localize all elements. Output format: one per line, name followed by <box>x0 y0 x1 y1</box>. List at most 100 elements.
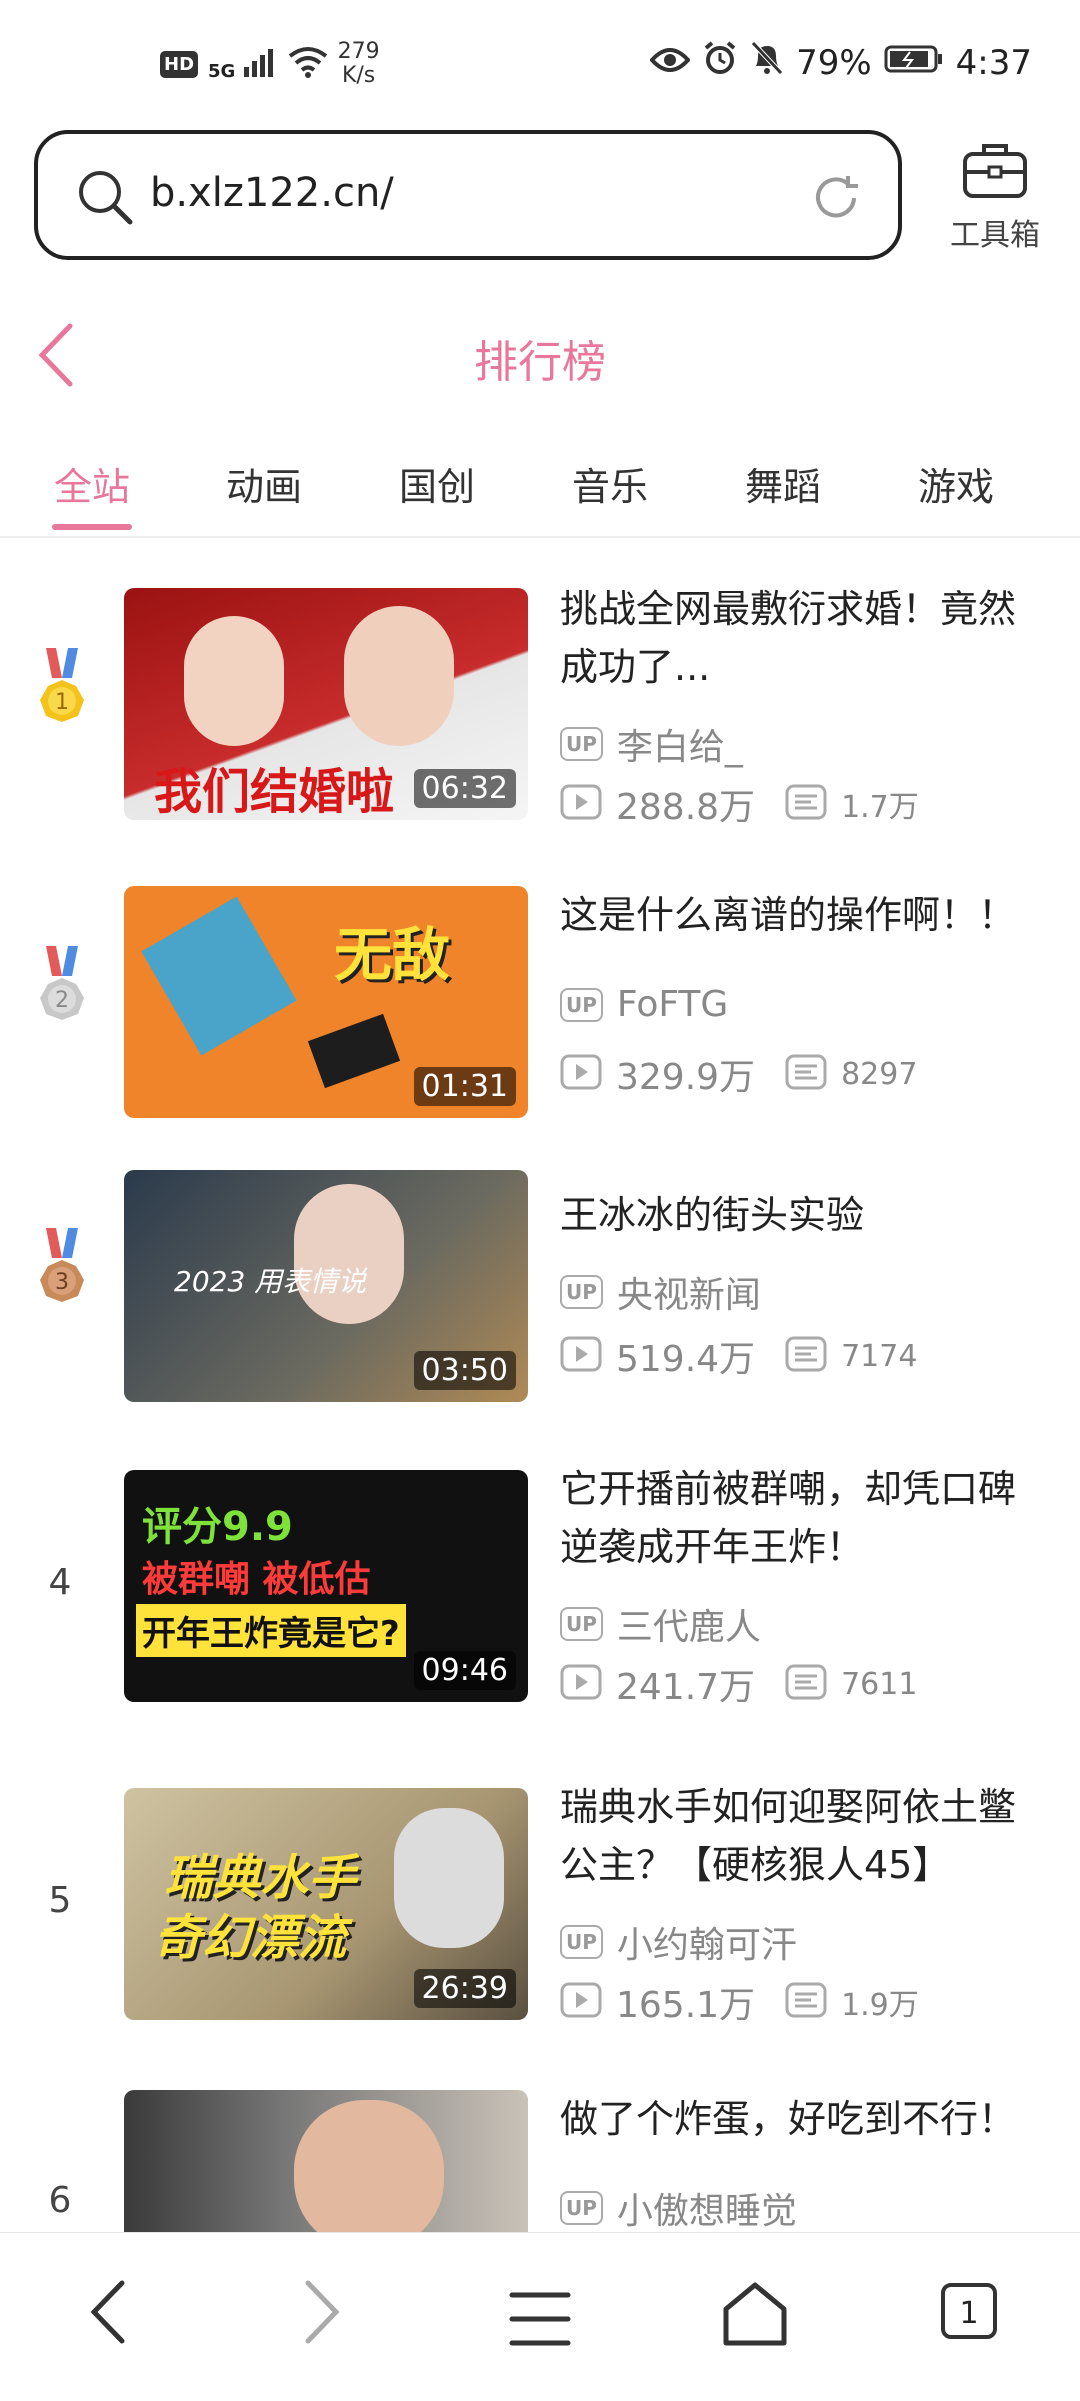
uploader[interactable]: UP 小傲想睡觉 <box>560 2182 797 2232</box>
thumbnail-caption: 被群嘲 被低估 <box>142 1559 371 1600</box>
list-item[interactable]: 4 评分9.9 被群嘲 被低估 开年王炸竟是它? 09:46 它开播前被群嘲，却… <box>0 1460 1080 1740</box>
thumbnail-person <box>294 1184 404 1324</box>
hd-icon: HD <box>160 50 199 78</box>
video-title[interactable]: 挑战全网最敷衍求婚！竟然成功了... <box>560 580 1050 696</box>
tab-game[interactable]: 游戏 <box>896 456 1016 511</box>
url-text[interactable]: b.xlz122.cn/ <box>150 170 394 216</box>
list-item[interactable]: 1 我们结婚啦 06:32 挑战全网最敷衍求婚！竟然成功了... UP 李白给_… <box>0 580 1080 860</box>
thumbnail-figure <box>141 896 297 1056</box>
thumbnail-caption: 无敌 <box>334 921 451 989</box>
tab-dance[interactable]: 舞蹈 <box>723 456 843 511</box>
battery-icon <box>884 43 944 83</box>
video-title[interactable]: 它开播前被群嘲，却凭口碑逆袭成开年王炸！ <box>560 1460 1050 1576</box>
wifi-icon <box>288 46 328 82</box>
view-count: 165.1万 <box>616 1985 756 2026</box>
list-item[interactable]: 6 做了个炸蛋，好吃到不行！ UP 小傲想睡觉 <box>0 2080 1080 2232</box>
video-duration: 09:46 <box>413 1651 516 1690</box>
uploader-name: 小约翰可汗 <box>616 1925 797 1966</box>
danmaku-count: 7611 <box>841 1666 918 1702</box>
video-title[interactable]: 这是什么离谱的操作啊！！ <box>560 886 1050 944</box>
tab-guochuang[interactable]: 国创 <box>377 456 497 511</box>
video-stats: 241.7万 7611 <box>560 1658 917 1710</box>
danmaku-count: 1.7万 <box>841 790 919 825</box>
uploader[interactable]: UP 央视新闻 <box>560 1266 761 1318</box>
rank-number: 6 <box>48 2180 72 2221</box>
play-count-icon <box>560 1664 602 1704</box>
video-duration: 26:39 <box>413 1969 516 2008</box>
nav-forward-icon[interactable] <box>300 2277 344 2351</box>
tab-all[interactable]: 全站 <box>32 456 152 511</box>
video-stats: 288.8万 1.7万 <box>560 778 919 830</box>
list-item[interactable]: 3 2023 用表情说 03:50 王冰冰的街头实验 UP 央视新闻 519.4… <box>0 1160 1080 1440</box>
video-thumbnail[interactable] <box>124 2090 528 2232</box>
danmaku-icon <box>785 1054 827 1094</box>
nav-back-icon[interactable] <box>86 2277 130 2351</box>
up-badge-icon: UP <box>560 1275 603 1309</box>
search-icon <box>76 168 134 230</box>
view-count: 519.4万 <box>616 1339 756 1380</box>
uploader-name: 李白给_ <box>616 727 743 768</box>
toolbox-button[interactable]: 工具箱 <box>940 140 1050 254</box>
svg-text:2: 2 <box>55 988 69 1013</box>
tab-music[interactable]: 音乐 <box>550 456 670 511</box>
status-bar: HD 5G 279 K/s 79% 4:37 <box>0 0 1080 130</box>
up-badge-icon: UP <box>560 1607 603 1641</box>
uploader[interactable]: UP 小约翰可汗 <box>560 1916 797 1968</box>
toolbox-label: 工具箱 <box>950 218 1040 253</box>
tab-animation[interactable]: 动画 <box>204 456 324 511</box>
menu-icon[interactable] <box>508 2289 572 2353</box>
uploader[interactable]: UP 李白给_ <box>560 718 743 770</box>
thumbnail-figure <box>307 1013 401 1089</box>
uploader-name: 央视新闻 <box>616 1275 761 1316</box>
thumbnail-caption: 开年王炸竟是它? <box>136 1604 406 1657</box>
category-tabs: 全站 动画 国创 音乐 舞蹈 游戏 <box>0 440 1080 538</box>
play-count-icon <box>560 1982 602 2022</box>
view-count: 288.8万 <box>616 787 756 828</box>
video-title[interactable]: 做了个炸蛋，好吃到不行！ <box>560 2090 1050 2148</box>
thumbnail-caption: 2023 用表情说 <box>174 1265 367 1298</box>
thumbnail-person <box>344 606 454 746</box>
tab-count-button[interactable]: 1 <box>941 2283 997 2339</box>
network-speed: 279 K/s <box>337 39 380 88</box>
uploader[interactable]: UP 三代鹿人 <box>560 1598 761 1650</box>
alarm-icon <box>702 40 738 85</box>
danmaku-icon <box>785 1336 827 1376</box>
danmaku-icon <box>785 784 827 824</box>
play-count-icon <box>560 784 602 824</box>
video-thumbnail[interactable]: 瑞典水手 奇幻漂流 26:39 <box>124 1788 528 2020</box>
mute-bell-icon <box>750 40 784 85</box>
silver-medal-icon: 2 <box>30 944 94 1048</box>
play-count-icon <box>560 1054 602 1094</box>
active-tab-indicator <box>52 524 132 530</box>
list-item[interactable]: 5 瑞典水手 奇幻漂流 26:39 瑞典水手如何迎娶阿依土鳖公主？【硬核狠人45… <box>0 1778 1080 2058</box>
battery-percent: 79% <box>796 42 872 83</box>
bronze-medal-icon: 3 <box>30 1226 94 1330</box>
uploader[interactable]: UP FoFTG <box>560 984 728 1025</box>
up-badge-icon: UP <box>560 2191 603 2225</box>
video-title[interactable]: 瑞典水手如何迎娶阿依土鳖公主？【硬核狠人45】 <box>560 1778 1050 1894</box>
toolbox-icon <box>960 144 1030 204</box>
svg-text:1: 1 <box>55 690 69 715</box>
eye-icon <box>649 43 691 83</box>
up-badge-icon: UP <box>560 987 603 1022</box>
reload-icon[interactable] <box>810 172 862 228</box>
rank-number: 4 <box>48 1562 72 1603</box>
list-item[interactable]: 2 无敌 01:31 这是什么离谱的操作啊！！ UP FoFTG 329.9万 … <box>0 878 1080 1158</box>
video-thumbnail[interactable]: 无敌 01:31 <box>124 886 528 1118</box>
video-stats: 165.1万 1.9万 <box>560 1976 919 2028</box>
address-bar[interactable]: b.xlz122.cn/ <box>34 130 902 260</box>
video-thumbnail[interactable]: 2023 用表情说 03:50 <box>124 1170 528 1402</box>
video-thumbnail[interactable]: 评分9.9 被群嘲 被低估 开年王炸竟是它? 09:46 <box>124 1470 528 1702</box>
video-stats: 329.9万 8297 <box>560 1048 917 1100</box>
home-icon[interactable] <box>720 2281 790 2351</box>
danmaku-icon <box>785 1982 827 2022</box>
video-duration: 03:50 <box>413 1351 516 1390</box>
video-thumbnail[interactable]: 我们结婚啦 06:32 <box>124 588 528 820</box>
thumbnail-caption: 奇幻漂流 <box>154 1910 347 1966</box>
view-count: 241.7万 <box>616 1667 756 1708</box>
video-title[interactable]: 王冰冰的街头实验 <box>560 1186 1050 1244</box>
svg-text:3: 3 <box>55 1270 69 1295</box>
browser-bottom-nav: 1 <box>0 2232 1080 2401</box>
thumbnail-caption: 我们结婚啦 <box>154 764 395 820</box>
video-duration: 06:32 <box>413 769 516 808</box>
